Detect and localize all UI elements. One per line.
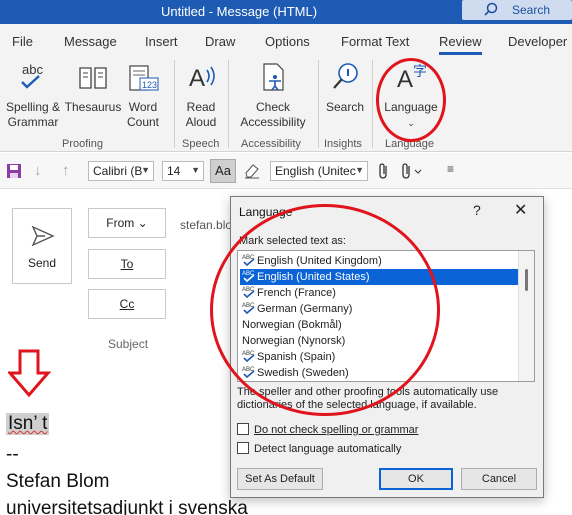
from-address: stefan.blo [180,218,233,232]
group-label-insights: Insights [324,138,362,150]
signature-name: Stefan Blom [6,471,110,492]
word-count-icon: 123 [122,60,164,98]
spelling-icon: abc [2,60,64,98]
ribbon-separator [318,60,319,148]
svg-text:A: A [189,65,205,92]
group-label-speech: Speech [182,138,220,150]
change-case-button[interactable]: Aa [210,159,236,183]
svg-text:123: 123 [142,80,157,90]
tab-file[interactable]: File [12,34,33,49]
chevron-down-icon: ▼ [191,165,200,175]
ribbon-separator [372,60,373,148]
book-icon [64,60,122,98]
ok-button[interactable]: OK [379,468,453,490]
word-count-button[interactable]: 123 Word Count [122,60,164,130]
insights-search-icon [322,60,368,98]
tab-message[interactable]: Message [64,34,117,49]
title-bar: Untitled - Message (HTML) Search [0,0,572,24]
selected-text[interactable]: Isn’ t [6,413,50,435]
cancel-button[interactable]: Cancel [461,468,537,490]
read-aloud-button[interactable]: A Read Aloud [178,60,224,130]
detect-language-checkbox[interactable]: Detect language automatically [237,442,401,455]
from-button[interactable]: From ⌄ [88,208,166,238]
signature-separator: -- [6,444,19,465]
signature-role: universitetsadjunkt i svenska [6,498,248,515]
search-box[interactable]: Search [462,0,572,20]
search-label: Search [512,3,551,17]
attach-icon[interactable] [377,162,391,183]
save-icon[interactable] [6,163,22,182]
help-icon[interactable]: ? [473,202,481,218]
thesaurus-button[interactable]: Thesaurus [64,60,122,115]
tab-developer[interactable]: Developer [508,34,567,49]
font-size-combo[interactable]: 14 ▼ [162,161,204,181]
list-scrollbar[interactable] [518,251,534,381]
ribbon-separator [228,60,229,148]
arrow-down-icon[interactable]: ↓ [34,162,42,179]
send-icon [31,224,55,251]
ribbon-review: abc Spelling & Grammar Thesaurus 123 Wor… [0,56,572,152]
to-button[interactable]: To [88,249,166,279]
no-check-checkbox[interactable]: Do not check spelling or grammar [237,423,418,436]
accessibility-icon [232,60,314,98]
ribbon-tabs: File Message Insert Draw Options Format … [0,24,572,56]
chevron-down-icon: ▼ [141,165,150,175]
tab-draw[interactable]: Draw [205,34,235,49]
spelling-grammar-button[interactable]: abc Spelling & Grammar [2,60,64,130]
attach-dropdown-icon[interactable] [400,162,424,183]
send-button[interactable]: Send [12,208,72,284]
chevron-down-icon: ⌄ [137,216,148,230]
cc-button[interactable]: Cc [88,289,166,319]
annotation-circle-dialog [210,204,440,416]
checkbox-box[interactable] [237,423,249,435]
tab-options[interactable]: Options [265,34,310,49]
group-label-proofing: Proofing [62,138,103,150]
svg-text:abc: abc [22,62,43,77]
group-label-accessibility: Accessibility [241,138,301,150]
arrow-down-annotation-icon [6,349,52,402]
font-name-combo[interactable]: Calibri (B ▼ [88,161,154,181]
annotation-circle-language [376,58,446,142]
tab-insert[interactable]: Insert [145,34,178,49]
window-title: Untitled - Message (HTML) [161,4,318,19]
proofing-language-combo[interactable]: English (Unitec ▼ [270,161,368,181]
ribbon-separator [174,60,175,148]
tab-review[interactable]: Review [439,34,482,55]
close-icon[interactable]: ✕ [514,200,527,220]
check-accessibility-button[interactable]: Check Accessibility [232,60,314,130]
eraser-icon[interactable] [243,161,261,182]
arrow-up-icon[interactable]: ↑ [62,162,70,179]
search-icon [484,2,498,19]
subject-label: Subject [108,337,149,351]
set-as-default-button[interactable]: Set As Default [237,468,323,490]
quick-access-toolbar: ↓ ↑ Calibri (B ▼ 14 ▼ Aa English (Unitec ▼ … [0,153,572,189]
customize-toolbar-icon[interactable]: ≡ [447,162,454,176]
read-aloud-icon: A [178,60,224,98]
tab-format-text[interactable]: Format Text [341,34,409,49]
chevron-down-icon: ▼ [355,165,364,175]
checkbox-box[interactable] [237,442,249,454]
scrollbar-thumb[interactable] [525,269,528,291]
search-button[interactable]: Search [322,60,368,115]
